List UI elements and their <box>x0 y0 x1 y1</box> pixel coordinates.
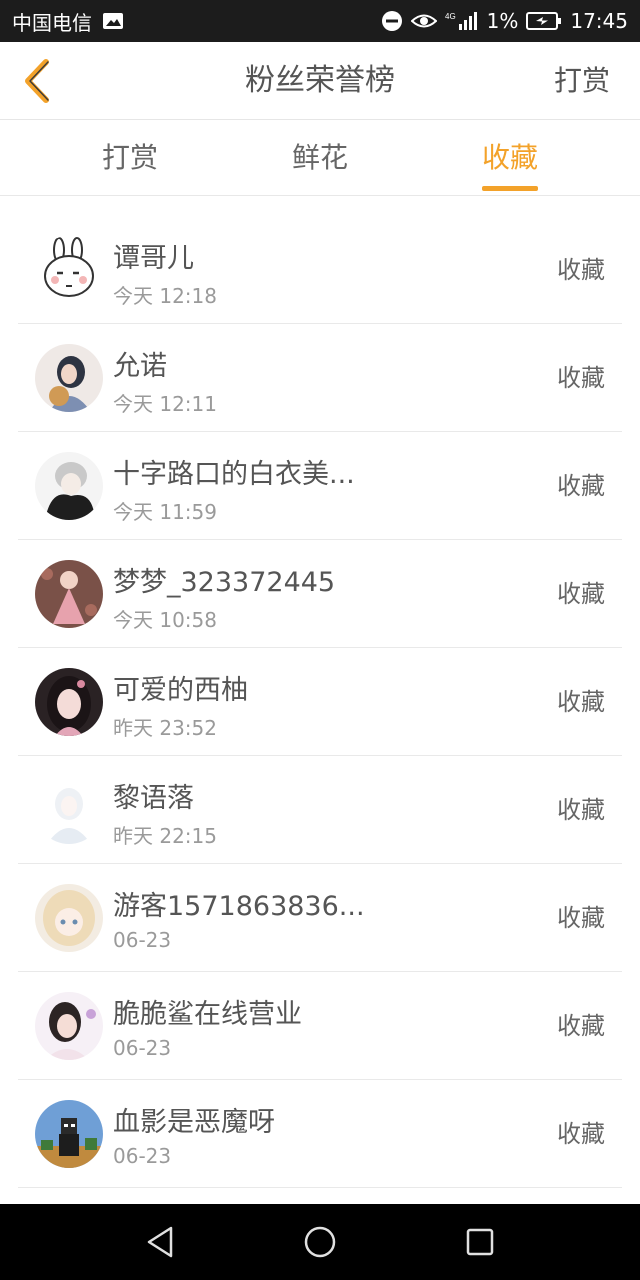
clock: 17:45 <box>570 9 628 33</box>
fan-time: 今天 11:59 <box>113 500 217 524</box>
fan-name: 黎语落 <box>113 783 194 814</box>
chevron-left-icon <box>25 59 49 103</box>
back-button[interactable] <box>14 56 60 106</box>
fan-action: 收藏 <box>557 256 605 284</box>
battery-charging-icon <box>526 11 562 31</box>
fan-action: 收藏 <box>557 364 605 392</box>
list-item[interactable]: 游客1571863836... 06-23 收藏 <box>18 864 622 972</box>
fan-time: 昨天 22:15 <box>113 824 217 848</box>
fan-name: 允诺 <box>113 351 167 382</box>
list-item[interactable]: 血影是恶魔呀 06-23 收藏 <box>18 1080 622 1188</box>
fan-name: 血影是恶魔呀 <box>113 1107 275 1138</box>
fan-time: 昨天 23:52 <box>113 716 217 740</box>
fan-action: 收藏 <box>557 1012 605 1040</box>
battery-percent: 1% <box>486 9 519 33</box>
list-item[interactable]: 可爱的西柚 昨天 23:52 收藏 <box>18 648 622 756</box>
nav-home-button[interactable] <box>300 1222 340 1262</box>
pink-dress-avatar <box>35 560 103 628</box>
image-icon <box>102 11 124 31</box>
fan-time: 06-23 <box>113 928 172 952</box>
dark-hair-girl-avatar <box>35 668 103 736</box>
girl-avatar <box>35 344 103 412</box>
reward-button[interactable]: 打赏 <box>554 42 610 120</box>
fan-name: 梦梦_323372445 <box>113 567 336 598</box>
tab-flowers[interactable]: 鲜花 <box>260 120 380 196</box>
do-not-disturb-icon <box>381 10 403 32</box>
fan-action: 收藏 <box>557 904 605 932</box>
eye-icon <box>410 11 437 31</box>
fan-name: 游客1571863836... <box>113 891 365 922</box>
tab-bar: 打赏 鲜花 收藏 <box>0 120 640 196</box>
fan-time: 今天 12:18 <box>113 284 217 308</box>
fan-action: 收藏 <box>557 796 605 824</box>
photo-girl-avatar <box>35 992 103 1060</box>
white-girl-avatar <box>35 776 103 844</box>
fan-action: 收藏 <box>557 688 605 716</box>
list-item[interactable]: 黎语落 昨天 22:15 收藏 <box>18 756 622 864</box>
carrier-label: 中国电信 <box>12 10 92 35</box>
active-tab-indicator <box>482 186 538 191</box>
list-item[interactable]: 允诺 今天 12:11 收藏 <box>18 324 622 432</box>
tab-collect-label: 收藏 <box>481 141 538 174</box>
list-item[interactable]: 谭哥儿 今天 12:18 收藏 <box>18 216 622 324</box>
rabbit-avatar <box>35 236 103 304</box>
tab-collect[interactable]: 收藏 <box>450 120 570 196</box>
fan-name: 十字路口的白衣美... <box>113 459 355 490</box>
page-title: 粉丝荣誉榜 <box>245 63 395 98</box>
fan-time: 06-23 <box>113 1144 172 1168</box>
svg-text:4G: 4G <box>445 12 456 21</box>
system-nav-bar <box>0 1204 640 1280</box>
anime-girl-avatar <box>35 884 103 952</box>
status-bar: 中国电信 4G 1% 17:45 <box>0 0 640 42</box>
header: 粉丝荣誉榜 打赏 <box>0 42 640 120</box>
list-item[interactable]: 脆脆鲨在线营业 06-23 收藏 <box>18 972 622 1080</box>
triangle-back-icon <box>147 1226 173 1258</box>
fan-action: 收藏 <box>557 580 605 608</box>
fan-list: 谭哥儿 今天 12:18 收藏 允诺 今天 12:11 收藏 十字路口的白衣美.… <box>0 216 640 1188</box>
fan-name: 谭哥儿 <box>113 243 194 274</box>
square-recents-icon <box>466 1228 494 1256</box>
nav-back-button[interactable] <box>140 1222 180 1262</box>
fan-name: 可爱的西柚 <box>113 675 248 706</box>
hooded-boy-avatar <box>35 452 103 520</box>
fan-action: 收藏 <box>557 1120 605 1148</box>
fan-time: 今天 12:11 <box>113 392 217 416</box>
circle-home-icon <box>304 1226 336 1258</box>
nav-recents-button[interactable] <box>460 1222 500 1262</box>
tab-reward[interactable]: 打赏 <box>70 120 190 196</box>
pixel-character-avatar <box>35 1100 103 1168</box>
fan-action: 收藏 <box>557 472 605 500</box>
signal-icon: 4G <box>445 10 479 32</box>
fan-time: 今天 10:58 <box>113 608 217 632</box>
fan-time: 06-23 <box>113 1036 172 1060</box>
list-item[interactable]: 梦梦_323372445 今天 10:58 收藏 <box>18 540 622 648</box>
list-item[interactable]: 十字路口的白衣美... 今天 11:59 收藏 <box>18 432 622 540</box>
fan-name: 脆脆鲨在线营业 <box>113 999 302 1030</box>
